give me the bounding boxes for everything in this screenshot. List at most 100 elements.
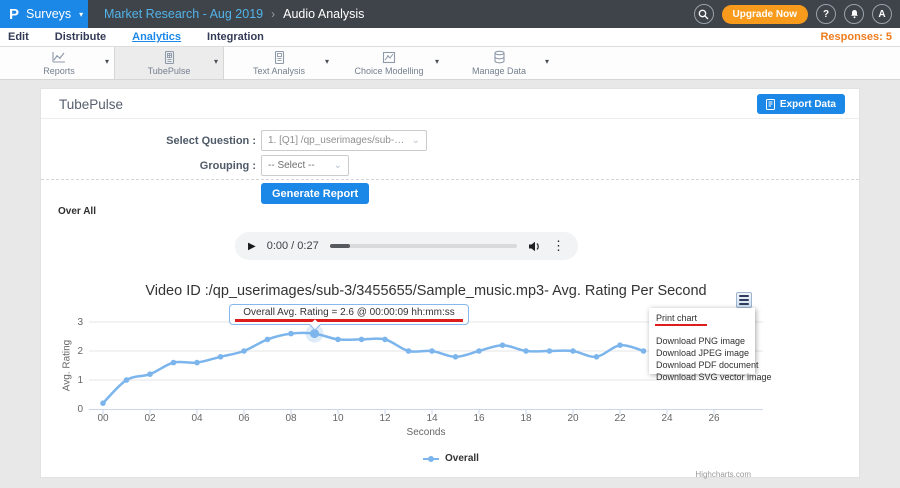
chart-export-menu: Print chart Download PNG imageDownload JP…: [649, 308, 755, 374]
data-point[interactable]: [617, 342, 623, 348]
data-point[interactable]: [218, 354, 224, 360]
questionpro-logo: P: [9, 6, 19, 23]
context-menu-item[interactable]: Download SVG vector image: [649, 371, 755, 383]
data-point[interactable]: [171, 360, 177, 366]
audio-time: 0:00 / 0:27: [267, 240, 319, 252]
report-scroll-icon: [162, 50, 177, 65]
toolbar-item-manage-data[interactable]: Manage Data ▾: [444, 47, 554, 79]
x-tick-label: 14: [420, 413, 444, 424]
tubepulse-panel: TubePulse Export Data Select Question : …: [40, 88, 860, 478]
chart-box-icon: [381, 50, 397, 65]
data-point[interactable]: [641, 348, 647, 354]
generate-report-button[interactable]: Generate Report: [261, 183, 369, 204]
chevron-down-icon: ▾: [79, 10, 83, 19]
nav-item-analytics[interactable]: Analytics: [132, 31, 181, 43]
bell-icon: [849, 9, 860, 20]
legend-series-marker: [423, 458, 439, 460]
toolbar-item-choice-modelling[interactable]: Choice Modelling ▾: [334, 47, 444, 79]
panel-header: TubePulse Export Data: [41, 89, 859, 119]
data-point[interactable]: [429, 348, 435, 354]
audio-seekbar[interactable]: [330, 244, 517, 248]
upgrade-now-button[interactable]: Upgrade Now: [722, 5, 808, 24]
data-point[interactable]: [500, 342, 506, 348]
context-menu-item[interactable]: Download JPEG image: [649, 347, 755, 359]
highcharts-credit[interactable]: Highcharts.com: [695, 470, 751, 479]
chart-tooltip: Overall Avg. Rating = 2.6 @ 00:00:09 hh:…: [229, 304, 469, 325]
data-point[interactable]: [335, 337, 341, 343]
audio-seek-thumb[interactable]: [330, 244, 350, 248]
context-menu-item[interactable]: Download PNG image: [649, 335, 755, 347]
context-menu-item[interactable]: Download PDF document: [649, 359, 755, 371]
chevron-down-icon[interactable]: ▾: [435, 57, 439, 66]
data-point[interactable]: [594, 354, 600, 360]
data-point[interactable]: [147, 371, 153, 377]
select-question-value: 1. [Q1] /qp_userimages/sub-3/3455655/S..…: [268, 135, 407, 146]
volume-icon[interactable]: [528, 241, 541, 252]
breadcrumb-survey[interactable]: Market Research - Aug 2019: [104, 7, 263, 21]
notifications-button[interactable]: [844, 4, 864, 24]
x-tick-label: 26: [702, 413, 726, 424]
nav-item-integration[interactable]: Integration: [207, 31, 264, 43]
x-tick-label: 24: [655, 413, 679, 424]
x-tick-label: 06: [232, 413, 256, 424]
data-point[interactable]: [359, 337, 365, 343]
x-tick-label: 22: [608, 413, 632, 424]
data-point[interactable]: [265, 337, 271, 343]
toolbar-item-tubepulse[interactable]: TubePulse ▾: [114, 47, 224, 79]
form-separator: [41, 179, 859, 180]
data-point[interactable]: [570, 348, 576, 354]
chevron-down-icon[interactable]: ▾: [214, 57, 218, 66]
x-tick-label: 12: [373, 413, 397, 424]
data-point[interactable]: [241, 348, 247, 354]
data-point[interactable]: [476, 348, 482, 354]
toolbar-item-label: Reports: [43, 66, 75, 76]
nav-item-distribute[interactable]: Distribute: [55, 31, 106, 43]
export-data-button[interactable]: Export Data: [757, 94, 845, 114]
x-tick-label: 18: [514, 413, 538, 424]
overall-section-label: Over All: [58, 206, 96, 217]
x-tick-label: 00: [91, 413, 115, 424]
play-button[interactable]: ▶: [248, 241, 256, 252]
chevron-down-icon[interactable]: ▾: [545, 57, 549, 66]
toolbar-item-label: Choice Modelling: [354, 66, 423, 76]
chevron-down-icon[interactable]: ▾: [325, 57, 329, 66]
audio-menu-button[interactable]: ⋮: [552, 238, 565, 254]
nav-item-edit[interactable]: Edit: [8, 31, 29, 43]
select-question-dropdown[interactable]: 1. [Q1] /qp_userimages/sub-3/3455655/S..…: [261, 130, 427, 151]
data-point[interactable]: [124, 377, 130, 383]
text-scroll-icon: [272, 50, 287, 65]
survey-nav: Edit Distribute Analytics Integration Re…: [0, 28, 900, 47]
data-point[interactable]: [382, 337, 388, 343]
grouping-value: -- Select --: [268, 160, 329, 171]
data-point[interactable]: [100, 400, 106, 406]
x-tick-label: 04: [185, 413, 209, 424]
chevron-down-icon[interactable]: ▾: [105, 57, 109, 66]
y-tick-label: 0: [55, 404, 83, 415]
data-point[interactable]: [547, 348, 553, 354]
toolbar-item-text-analysis[interactable]: Text Analysis ▾: [224, 47, 334, 79]
grouping-dropdown[interactable]: -- Select -- ⌄: [261, 155, 349, 176]
toolbar-item-label: Text Analysis: [253, 66, 305, 76]
x-tick-label: 20: [561, 413, 585, 424]
red-underline-annotation: [235, 319, 463, 322]
panel-title: TubePulse: [59, 97, 123, 112]
breadcrumb-separator: ›: [271, 7, 275, 21]
y-tick-label: 1: [55, 375, 83, 386]
chevron-down-icon: ⌄: [412, 135, 420, 146]
data-point[interactable]: [194, 360, 200, 366]
chart-legend[interactable]: Overall: [41, 453, 861, 464]
avatar[interactable]: A: [872, 4, 892, 24]
product-switcher[interactable]: P Surveys ▾: [0, 0, 88, 28]
responses-count[interactable]: Responses: 5: [820, 31, 900, 43]
data-point[interactable]: [288, 331, 294, 337]
context-menu-item[interactable]: Print chart: [649, 312, 755, 324]
search-button[interactable]: [694, 4, 714, 24]
data-point[interactable]: [523, 348, 529, 354]
analytics-toolbar: Reports ▾ TubePulse ▾ Text Analysis ▾ Ch…: [0, 47, 900, 80]
toolbar-item-reports[interactable]: Reports ▾: [4, 47, 114, 79]
help-button[interactable]: ?: [816, 4, 836, 24]
chevron-down-icon: ⌄: [334, 160, 342, 171]
data-point[interactable]: [453, 354, 459, 360]
grouping-label: Grouping :: [81, 160, 256, 172]
data-point[interactable]: [406, 348, 412, 354]
